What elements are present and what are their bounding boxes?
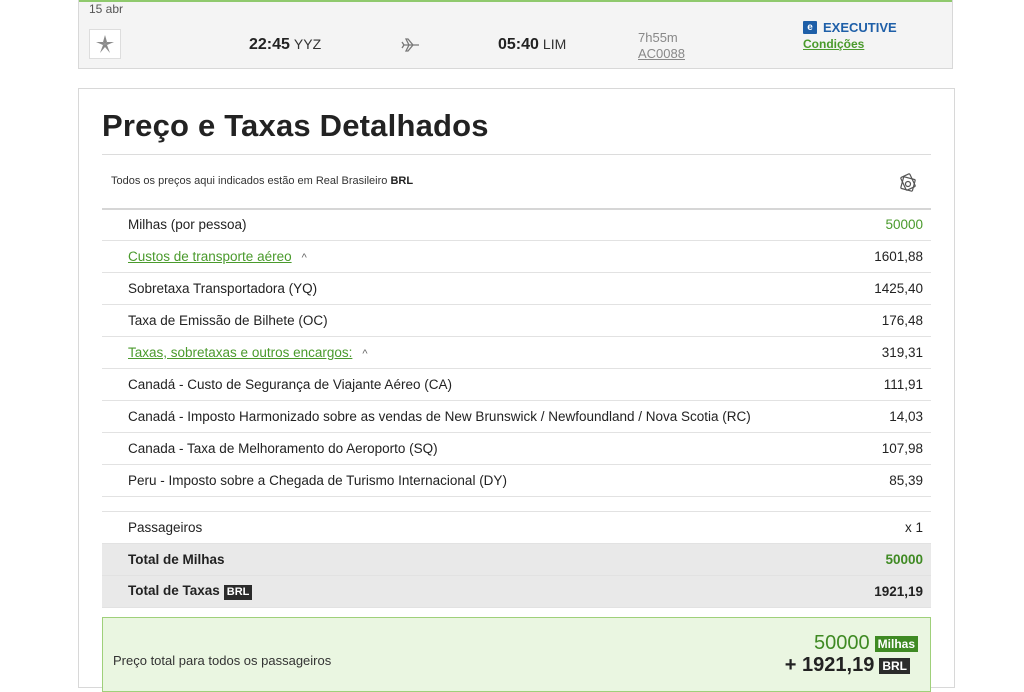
departure-airport: YYZ [293,36,322,52]
row-label: Sobretaxa Transportadora (YQ) [128,281,318,296]
row-peru-tourism-tax: Peru - Imposto sobre a Chegada de Turism… [102,465,931,497]
money-icon[interactable] [897,173,919,193]
grand-total-taxes-value: + 1921,19 [784,654,875,676]
divider [102,154,931,155]
total-taxes-label: Total de Taxas [128,583,220,598]
currency-note: Todos os preços aqui indicados estão em … [111,175,413,187]
departure: 22:45 YYZ [249,36,321,54]
row-spacer [102,497,931,512]
total-miles-label: Total de Milhas [128,552,225,567]
grand-total-miles: 50000 Milhas [814,632,918,655]
row-carrier-surcharge: Sobretaxa Transportadora (YQ) 1425,40 [102,273,931,305]
row-label: Canadá - Custo de Segurança de Viajante … [128,377,452,392]
grand-total-box: Preço total para todos os passageiros 50… [102,617,931,692]
row-value: 107,98 [881,441,923,456]
grand-total-label: Preço total para todos os passageiros [113,653,332,668]
row-airport-improvement-fee: Canada - Taxa de Melhoramento do Aeropor… [102,433,931,465]
row-label[interactable]: Custos de transporte aéreo [128,249,292,264]
row-total-taxes: Total de Taxas BRL 1921,19 [102,576,931,608]
row-miles-per-person: Milhas (por pessoa) 50000 [102,209,931,241]
row-passengers: Passageiros x 1 [102,512,931,544]
passengers-count: x 1 [904,520,923,535]
row-label: Taxa de Emissão de Bilhete (OC) [128,313,328,328]
row-taxes-surcharges[interactable]: Taxas, sobretaxas e outros encargos: ^ 31… [102,337,931,369]
row-label: Canadá - Imposto Harmonizado sobre as ve… [128,409,751,424]
row-label: Peru - Imposto sobre a Chegada de Turism… [128,473,507,488]
page-title: Preço e Taxas Detalhados [102,108,489,143]
row-value: 1601,88 [874,249,923,264]
airline-logo-icon [89,29,121,59]
cabin-badge-icon: e [803,21,817,34]
row-value: 176,48 [881,313,923,328]
flight-duration: 7h55m [638,30,678,45]
row-value: 14,03 [889,409,923,424]
row-canada-hst: Canadá - Imposto Harmonizado sobre as ve… [102,401,931,433]
currency-tag: BRL [223,585,253,600]
arrival-time: 05:40 [498,36,539,53]
row-label[interactable]: Taxas, sobretaxas e outros encargos: [128,345,352,360]
currency-note-text: Todos os preços aqui indicados estão em … [111,175,388,187]
total-miles-value: 50000 [885,552,923,567]
currency-tag: BRL [879,657,910,674]
flight-date: 15 abr [89,2,124,16]
cabin-label: EXECUTIVE [823,20,897,35]
miles-tag: Milhas [874,635,918,652]
cabin-class: e EXECUTIVE [803,20,897,35]
plane-icon [401,38,419,52]
currency-code: BRL [390,175,414,187]
row-label: Canada - Taxa de Melhoramento do Aeropor… [128,441,438,456]
total-taxes-value: 1921,19 [874,584,923,599]
row-ticket-issuance-fee: Taxa de Emissão de Bilhete (OC) 176,48 [102,305,931,337]
row-canada-security-fee: Canadá - Custo de Segurança de Viajante … [102,369,931,401]
row-air-transport-costs[interactable]: Custos de transporte aéreo ^ 1601,88 [102,241,931,273]
chevron-up-icon[interactable]: ^ [362,348,367,360]
arrival: 05:40 LIM [498,36,566,54]
row-value: 1425,40 [874,281,923,296]
row-value: 50000 [885,217,923,232]
arrival-airport: LIM [542,36,567,52]
row-label: Milhas (por pessoa) [128,217,247,232]
total-taxes-label-group: Total de Taxas BRL [128,583,253,600]
departure-time: 22:45 [249,36,290,53]
chevron-up-icon[interactable]: ^ [302,252,307,264]
price-breakdown-card: Preço e Taxas Detalhados Todos os preços… [78,88,955,692]
taxes-surcharges-toggle[interactable]: Taxas, sobretaxas e outros encargos: ^ [128,345,368,360]
air-transport-costs-toggle[interactable]: Custos de transporte aéreo ^ [128,249,307,264]
passengers-label: Passageiros [128,520,203,535]
row-total-miles: Total de Milhas 50000 [102,544,931,576]
grand-total-taxes: + 1921,19 BRL [785,654,910,677]
fare-breakdown-list: Milhas (por pessoa) 50000 Custos de tran… [102,209,931,608]
flight-number-link[interactable]: AC0088 [638,46,685,61]
row-value: 111,91 [883,377,923,392]
conditions-link[interactable]: Condições [803,37,864,51]
flight-summary-bar: 15 abr 22:45 YYZ 05:40 LIM 7h55m AC0088 e … [78,0,953,69]
accent-line [79,0,952,2]
grand-total-miles-value: 50000 [814,632,870,654]
row-value: 85,39 [889,473,923,488]
row-value: 319,31 [881,345,923,360]
